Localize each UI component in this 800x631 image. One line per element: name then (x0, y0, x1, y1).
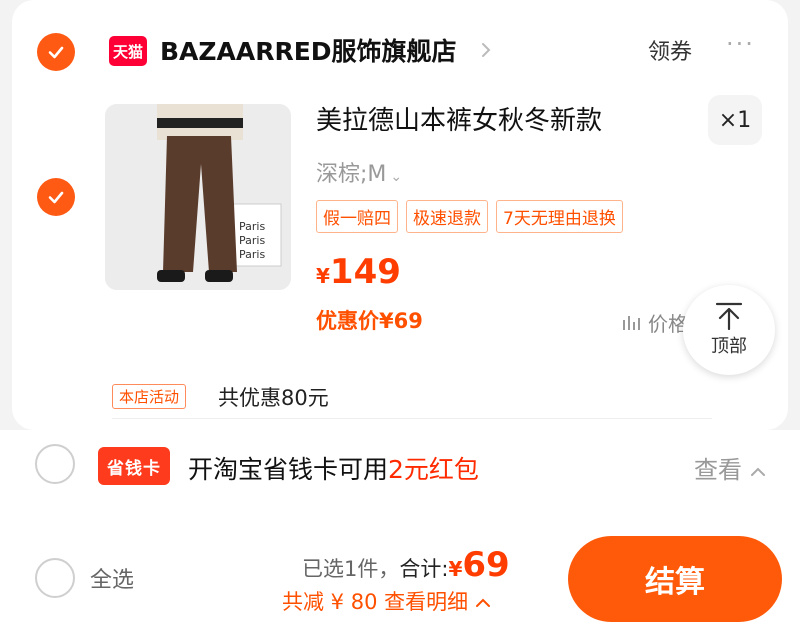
savings-card-logo-icon: 省钱卡 (98, 447, 170, 485)
savings-card-view-button[interactable]: 查看 (694, 450, 766, 485)
shop-name-link[interactable]: BAZAARRED服饰旗舰店 (160, 32, 457, 68)
chevron-right-icon[interactable] (478, 40, 494, 60)
sku-selector[interactable]: 深棕;M ⌄ (316, 156, 402, 188)
product-image[interactable]: Paris Paris Paris (105, 104, 291, 290)
checkout-button[interactable]: 结算 (568, 536, 782, 622)
selected-count: 已选1件， (302, 557, 400, 581)
coupon-button[interactable]: 领券 (648, 34, 692, 66)
savings-card-prefix: 开淘宝省钱卡可用 (188, 455, 389, 484)
store-activity-tag: 本店活动 (112, 384, 187, 409)
product-title[interactable]: 美拉德山本裤女秋冬新款 (316, 100, 602, 137)
service-tag: 7天无理由退换 (496, 200, 623, 233)
sku-text: 深棕;M (316, 162, 387, 187)
price-amount: 149 (329, 252, 401, 292)
tmall-badge-icon: 天猫 (109, 36, 147, 66)
check-icon (48, 191, 64, 204)
bag-text-2: Paris (239, 234, 265, 247)
savings-card-highlight: 2元红包 (388, 455, 479, 484)
service-tag: 极速退款 (406, 200, 488, 233)
bag-text-1: Paris (239, 220, 265, 233)
total-currency: ¥ (448, 557, 463, 581)
total-summary: 已选1件，合计:¥69 (302, 545, 510, 585)
chevron-up-icon (475, 598, 490, 607)
product-photo-illustration: Paris Paris Paris (105, 104, 291, 290)
check-icon (48, 46, 64, 59)
arrow-up-icon (715, 302, 743, 330)
reduction-detail-link[interactable]: 共减 ¥ 80 查看明细 (282, 586, 491, 616)
tmall-badge-text: 天猫 (112, 42, 143, 61)
chevron-up-icon (750, 467, 765, 476)
more-options-icon[interactable]: ··· (726, 30, 755, 58)
total-number: 69 (462, 545, 510, 585)
price-trend-label: 价格 (648, 312, 688, 336)
select-all-checkbox[interactable] (35, 558, 75, 598)
savings-card-logo-text: 省钱卡 (107, 458, 161, 479)
store-activity-text[interactable]: 共优惠80元 (218, 382, 329, 412)
chevron-down-icon: ⌄ (390, 169, 403, 185)
price-currency: ¥ (316, 264, 330, 288)
item-select-checkbox[interactable] (37, 178, 75, 216)
total-amount: ¥69 (448, 545, 509, 585)
back-to-top-label: 顶部 (711, 336, 747, 357)
shop-select-checkbox[interactable] (37, 33, 75, 71)
savings-card-checkbox[interactable] (35, 444, 75, 484)
back-to-top-button[interactable]: 顶部 (683, 285, 775, 375)
product-price: ¥149 (316, 252, 401, 292)
divider (112, 418, 712, 419)
price-trend-icon (623, 315, 640, 330)
select-all-label[interactable]: 全选 (90, 562, 134, 594)
savings-card-view-label: 查看 (694, 456, 742, 484)
promo-price: 优惠价¥69 (316, 309, 423, 333)
service-tags: 假一赔四 极速退款 7天无理由退换 (316, 200, 623, 233)
quantity-selector[interactable]: ×1 (708, 95, 762, 145)
bag-text-3: Paris (239, 248, 265, 261)
price-trend-link[interactable]: 价格 (622, 308, 688, 337)
total-label: 合计: (399, 557, 449, 581)
savings-card-text: 开淘宝省钱卡可用2元红包 (188, 450, 479, 486)
reduction-text: 共减 ¥ 80 查看明细 (282, 590, 469, 614)
service-tag: 假一赔四 (316, 200, 398, 233)
